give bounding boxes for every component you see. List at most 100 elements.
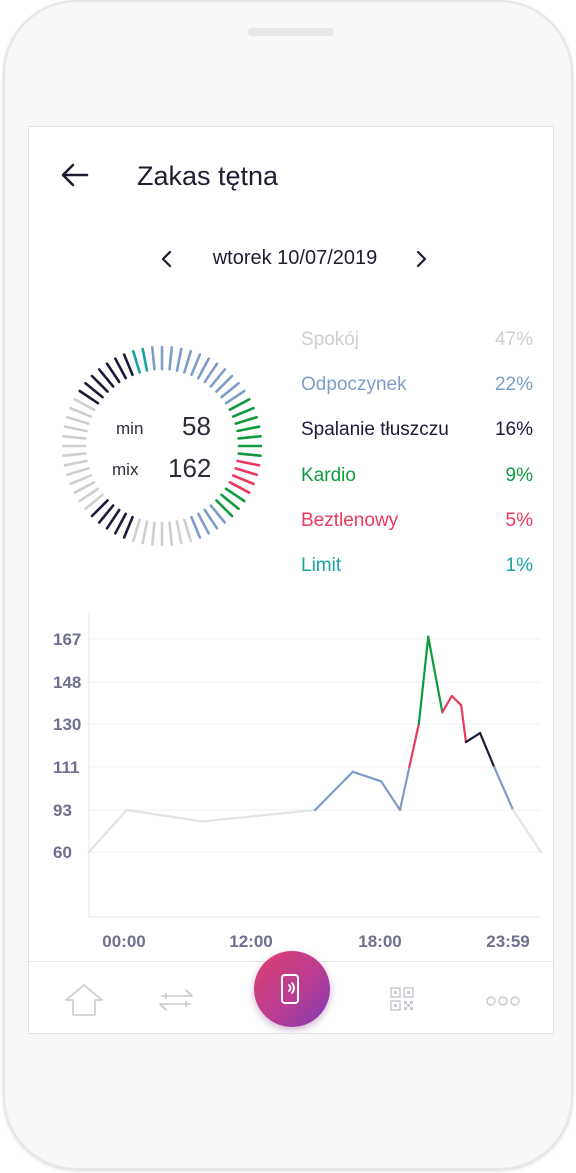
zone-row: Spalanie tłuszczu 16% (301, 415, 533, 460)
ring-tick (63, 459, 88, 467)
x-tick-label: 18:00 (358, 932, 401, 951)
ring-tick (196, 512, 210, 535)
ring-tick (114, 512, 128, 535)
ring-tick (196, 357, 210, 380)
series-line-segment (200, 808, 317, 823)
ring-tick (141, 347, 149, 372)
zone-row: Kardio 9% (301, 461, 533, 506)
ring-tick (236, 425, 261, 433)
max-label: mix (112, 460, 139, 479)
ring-tick (122, 353, 134, 377)
ring-tick (183, 518, 193, 543)
y-tick-label: 148 (53, 673, 81, 692)
series-line-segment (450, 694, 463, 707)
ring-tick (231, 474, 255, 486)
zone-percent: 9% (505, 464, 533, 486)
arrow-left-icon[interactable] (59, 161, 91, 189)
min-value: 58 (182, 411, 211, 441)
zone-list: Spokój 47% Odpoczynek 22% Spalanie tłusz… (301, 325, 533, 596)
ring-tick (73, 480, 96, 494)
date-label: wtorek 10/07/2019 (212, 247, 378, 269)
series-line-segment (441, 694, 453, 714)
more-icon[interactable] (481, 982, 525, 1018)
ring-tick (236, 459, 261, 467)
zone-name: Odpoczynek (301, 374, 407, 396)
contactless-fab-button[interactable] (254, 951, 330, 1027)
series-line-segment (87, 808, 128, 854)
ring-tick (228, 480, 251, 494)
zone-row: Beztlenowy 5% (301, 506, 533, 551)
series-line-segment (478, 731, 496, 769)
ring-tick (183, 349, 193, 374)
y-tick-label: 60 (53, 843, 72, 862)
zone-name: Limit (301, 554, 342, 576)
zone-percent: 22% (494, 374, 533, 396)
ring-tick (114, 357, 128, 380)
date-navigator: wtorek 10/07/2019 (29, 245, 553, 275)
ring-tick (73, 398, 96, 412)
ring-tick (65, 415, 90, 425)
qr-code-icon[interactable] (380, 982, 424, 1018)
zone-name: Kardio (301, 464, 356, 486)
series-line-segment (398, 765, 411, 812)
ring-tick (62, 434, 87, 440)
ring-tick (62, 452, 87, 458)
zone-percent: 5% (505, 509, 533, 531)
home-icon[interactable] (62, 982, 106, 1018)
min-label: min (116, 419, 144, 438)
transfer-icon[interactable] (154, 982, 198, 1018)
series-line-segment (408, 722, 420, 769)
series-line-segment (493, 765, 515, 812)
ring-tick (175, 520, 183, 545)
ring-tick (141, 520, 149, 545)
zone-name: Beztlenowy (301, 509, 399, 531)
ring-tick (69, 474, 93, 486)
chevron-left-icon[interactable] (157, 247, 177, 271)
ring-tick (234, 467, 259, 477)
series-line-segment (380, 780, 402, 812)
x-tick-label: 23:59 (486, 932, 529, 951)
ring-tick (228, 398, 251, 412)
ring-tick (150, 521, 156, 546)
zone-row: Odpoczynek 22% (301, 370, 533, 415)
series-line-segment (125, 808, 204, 823)
phone-contactless-icon (281, 974, 299, 1004)
y-tick-label: 93 (53, 801, 72, 820)
y-tick-label: 130 (53, 715, 81, 734)
zone-name: Spokój (301, 329, 360, 350)
ring-tick (150, 346, 156, 371)
heart-rate-chart: 167 148 130 111 93 60 00:00 12:00 18:00 23:59 (53, 613, 543, 951)
max-value: 162 (168, 453, 212, 483)
heart-rate-ring: min 58 mix 162 (61, 341, 263, 551)
ring-tick (69, 406, 93, 418)
ring-tick (168, 346, 174, 371)
x-tick-label: 00:00 (102, 932, 145, 951)
ring-tick (65, 467, 90, 477)
ring-tick (190, 353, 202, 377)
phone-frame: Zakas tętna wtorek 10/07/2019 min 58 mix… (3, 0, 573, 1170)
page-title: Zakas tętna (137, 161, 279, 191)
series-line-segment (464, 731, 482, 744)
ring-tick (237, 434, 262, 440)
ring-tick (237, 452, 262, 458)
series-line-segment (427, 635, 444, 714)
ring-tick (63, 425, 88, 433)
ring-ticks (61, 345, 263, 547)
zone-row: Limit 1% (301, 551, 533, 596)
zone-row: Spokój 47% (301, 325, 533, 370)
ring-tick (168, 521, 174, 546)
x-tick-label: 12:00 (229, 932, 272, 951)
zone-percent: 47% (494, 329, 533, 350)
ring-tick (131, 518, 141, 543)
zone-name: Spalanie tłuszczu (301, 419, 449, 441)
ring-tick (122, 515, 134, 539)
series-line-segment (511, 808, 543, 854)
series-line-segment (417, 635, 430, 726)
y-tick-label: 167 (53, 630, 81, 649)
y-tick-label: 111 (53, 758, 80, 777)
chevron-right-icon[interactable] (411, 247, 431, 271)
zone-percent: 16% (494, 419, 533, 441)
series-line-segment (314, 770, 354, 812)
ring-tick (175, 347, 183, 372)
ring-tick (131, 349, 141, 374)
